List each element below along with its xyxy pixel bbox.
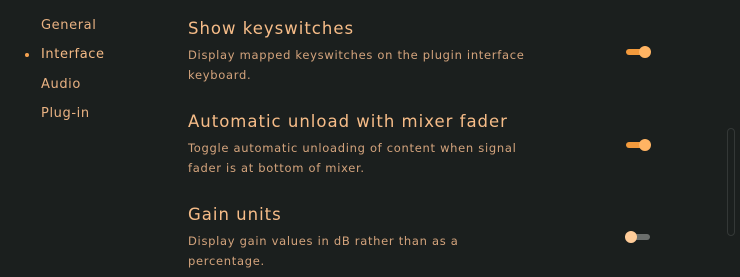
setting-title: Show keyswitches [188, 19, 355, 38]
setting-automatic-unload: Automatic unload with mixer fader Toggle… [188, 112, 668, 178]
setting-title: Automatic unload with mixer fader [188, 112, 508, 131]
show-keyswitches-toggle[interactable] [626, 46, 651, 58]
setting-gain-units: Gain units Display gain values in dB rat… [188, 205, 668, 271]
setting-description: Display mapped keyswitches on the plugin… [188, 48, 525, 82]
setting-title: Gain units [188, 205, 282, 224]
sidebar-item-general[interactable]: General [41, 18, 96, 33]
sidebar-item-label: Audio [41, 77, 81, 92]
sidebar-item-plugin[interactable]: Plug-in [41, 106, 90, 121]
setting-description: Display gain values in dB rather than as… [188, 234, 459, 268]
sidebar-item-label: General [41, 18, 97, 33]
sidebar-item-label: Interface [41, 47, 105, 62]
toggle-knob [639, 139, 651, 151]
toggle-knob [639, 46, 651, 58]
setting-description: Toggle automatic unloading of content wh… [188, 141, 517, 175]
sidebar: General Interface Audio Plug-in [0, 0, 170, 277]
preferences-panel: General Interface Audio Plug-in Show key… [0, 0, 740, 277]
scrollbar[interactable] [727, 128, 735, 236]
toggle-knob [625, 231, 637, 243]
gain-units-toggle[interactable] [625, 231, 650, 243]
automatic-unload-toggle[interactable] [626, 139, 651, 151]
sidebar-item-interface[interactable]: Interface [25, 47, 105, 62]
setting-show-keyswitches: Show keyswitches Display mapped keyswitc… [188, 19, 668, 85]
active-indicator-dot [25, 52, 29, 57]
sidebar-item-audio[interactable]: Audio [41, 77, 81, 92]
sidebar-item-label: Plug-in [41, 106, 90, 121]
